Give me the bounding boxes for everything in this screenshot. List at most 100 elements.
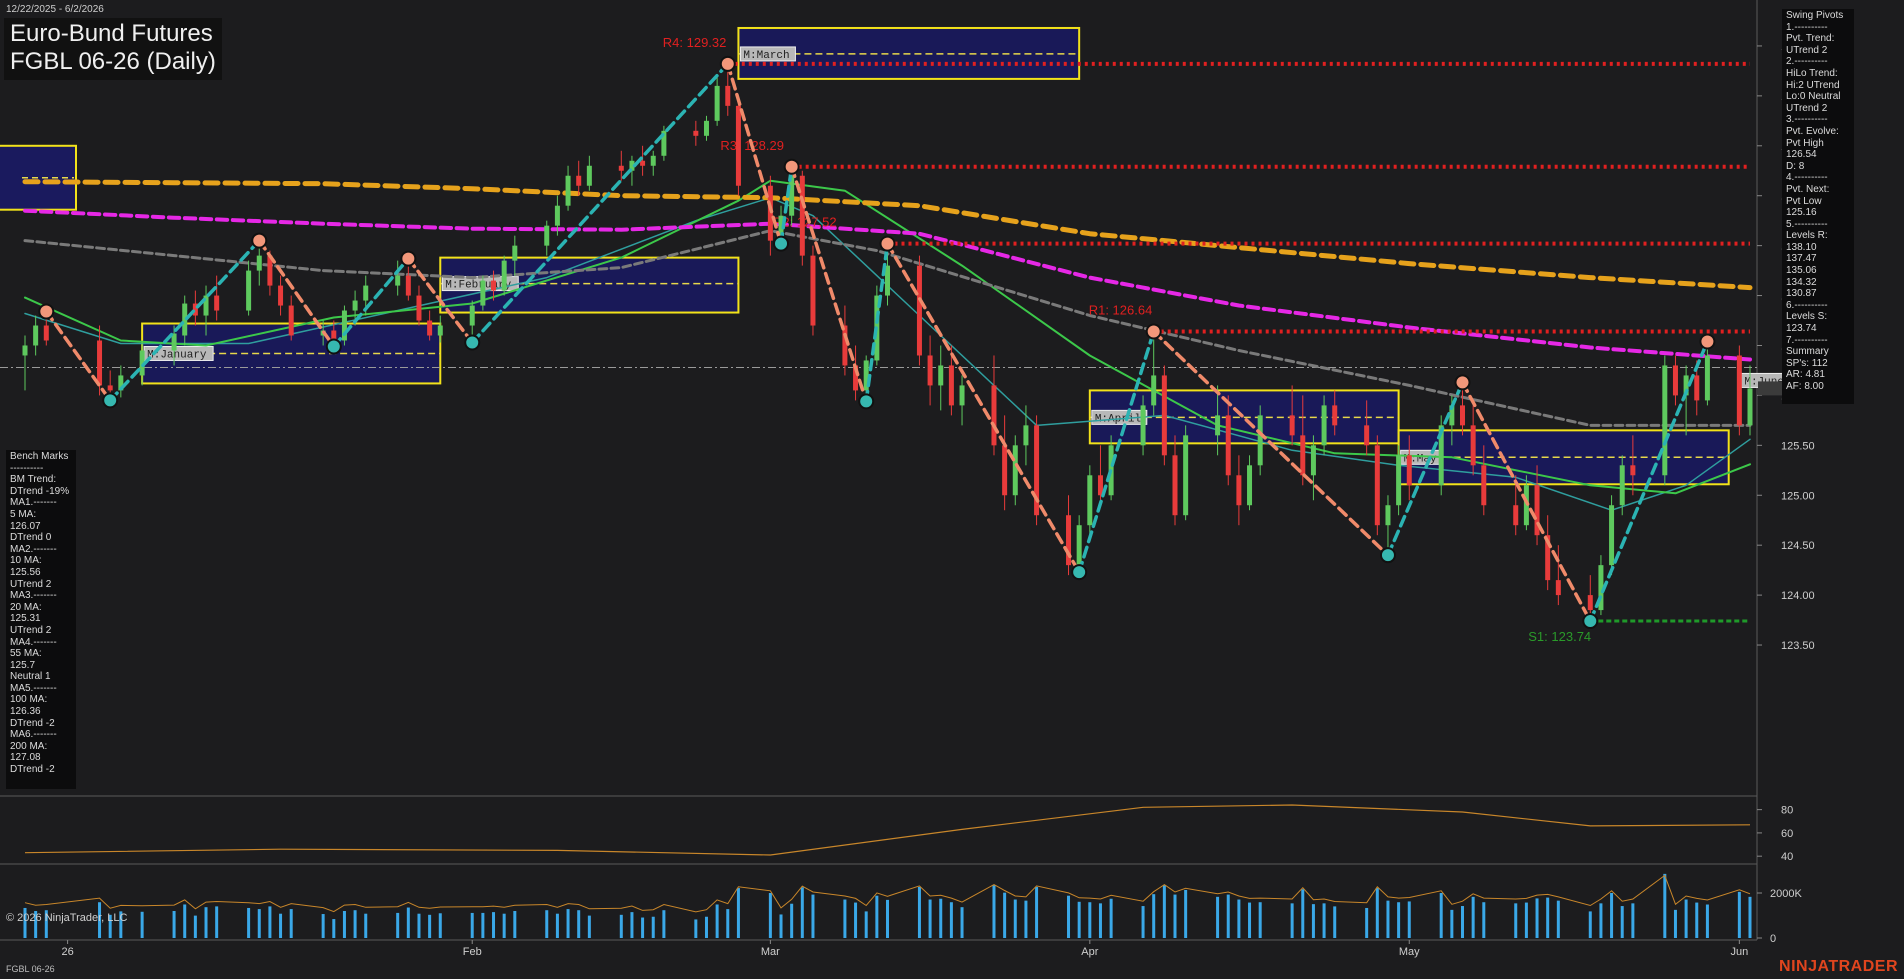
swing-panel-line: D: 8 (1786, 160, 1805, 172)
volume-bar (513, 911, 517, 938)
swing-panel-line: SP's: 112 (1786, 357, 1828, 369)
swing-panel-line: Pvt. Next: (1786, 183, 1830, 195)
candle-body (1310, 445, 1316, 476)
candle-body (842, 325, 848, 366)
swing-high-marker (719, 55, 736, 72)
volume-bar (726, 909, 730, 938)
swing-panel-line: 1.---------- (1786, 21, 1828, 33)
swing-pivots-panel: Swing Pivots 1.---------- Pvt. Trend: UTren… (1782, 9, 1854, 404)
candle-body (107, 385, 113, 391)
bench-panel-line: 55 MA: (10, 648, 42, 660)
price-chart[interactable]: 129.50129.00128.50128.00127.50127.00126.… (0, 0, 1904, 979)
volume-bar (939, 898, 943, 938)
volume-bar (1748, 896, 1752, 938)
candle-body (1662, 365, 1668, 476)
pivot-level-label: R4: 129.32 (663, 35, 727, 50)
volume-bar (1109, 898, 1113, 938)
volume-bar (566, 909, 570, 938)
candle-body (1364, 425, 1370, 446)
volume-bar (736, 888, 740, 938)
swing-panel-line: 3.---------- (1786, 114, 1828, 126)
candle-body (554, 205, 560, 226)
candle-body (1257, 415, 1263, 466)
bench-panel-line: 5 MA: (10, 508, 37, 520)
swing-panel-line: UTrend 2 (1786, 44, 1828, 56)
candle-body (437, 325, 443, 336)
monthly-box-label: M:March (739, 46, 796, 62)
volume-tick-label: 0 (1770, 933, 1776, 945)
swing-panel-line: Pvt High (1786, 137, 1824, 149)
volume-bar (1098, 903, 1102, 938)
swing-high-marker (879, 235, 896, 252)
candle-body (1002, 445, 1008, 496)
swing-high-marker (1699, 333, 1716, 350)
volume-bar (1258, 902, 1262, 938)
swing-panel-line: 138.10 (1786, 241, 1817, 253)
volume-bar (630, 912, 634, 938)
volume-bar (268, 906, 272, 938)
volume-bar (1535, 898, 1539, 938)
monthly-box-label: M:February (441, 276, 519, 292)
swing-panel-line: 5.---------- (1786, 218, 1828, 230)
volume-bar (1013, 899, 1017, 938)
swing-line (885, 241, 1081, 574)
volume-bar (917, 886, 921, 938)
indicator-tick-label: 60 (1781, 828, 1793, 840)
volume-bar (1003, 892, 1007, 938)
candle-body (1300, 435, 1306, 476)
volume-bar (992, 885, 996, 938)
candle-body (565, 175, 571, 206)
candle-body (1247, 465, 1253, 506)
volume-bar (406, 907, 410, 938)
swing-panel-line: 134.32 (1786, 276, 1817, 288)
swing-panel-line: HiLo Trend: (1786, 67, 1838, 79)
volume-bar (843, 899, 847, 938)
bench-panel-line: MA2.------- (10, 543, 57, 555)
volume-bar (1620, 906, 1624, 938)
candle-body (1630, 465, 1636, 476)
candle-body (1555, 580, 1561, 596)
candle-body (97, 340, 103, 386)
candle-body (1140, 405, 1146, 446)
candle-body (501, 260, 507, 291)
volume-bar (1333, 906, 1337, 938)
bench-panel-line: MA5.------- (10, 682, 57, 694)
volume-bar (1365, 907, 1369, 938)
volume-bar (342, 911, 346, 938)
pivot-level-label: R1: 126.64 (1089, 303, 1153, 318)
volume-bar (502, 913, 506, 938)
candle-body (618, 165, 624, 171)
candle-body (1023, 425, 1029, 446)
volume-bar (704, 916, 708, 938)
candle-body (1236, 475, 1242, 506)
volume-bar (1311, 904, 1315, 938)
candle-body (1587, 595, 1593, 611)
candle-body (1076, 525, 1082, 566)
bench-panel-line: DTrend -2 (10, 764, 55, 776)
candle-body (1215, 415, 1221, 436)
volume-bar (875, 895, 879, 938)
volume-bar (1663, 873, 1667, 938)
price-tick-label: 125.00 (1781, 490, 1815, 502)
swing-panel-line: Summary (1786, 346, 1829, 358)
time-tick-label: May (1399, 946, 1420, 958)
bench-panel-line: 126.36 (10, 706, 41, 718)
candle-body (416, 295, 422, 321)
candle-body (586, 165, 592, 186)
candle-body (1161, 375, 1167, 456)
bench-panel-line: DTrend -19% (10, 485, 70, 497)
volume-bar (577, 910, 581, 938)
volume-bar (949, 902, 953, 938)
bench-panel-line: 200 MA: (10, 740, 48, 752)
volume-bar (1162, 885, 1166, 938)
time-tick-label: Mar (761, 946, 780, 958)
swing-high-marker (1454, 374, 1471, 391)
swing-line (726, 62, 783, 246)
swing-low-marker (1582, 613, 1599, 630)
volume-bar (1471, 896, 1475, 938)
candle-body (799, 175, 805, 256)
volume-bar (662, 910, 666, 938)
volume-bar (1556, 900, 1560, 938)
volume-bar (428, 914, 432, 938)
volume-bar (1514, 903, 1518, 938)
